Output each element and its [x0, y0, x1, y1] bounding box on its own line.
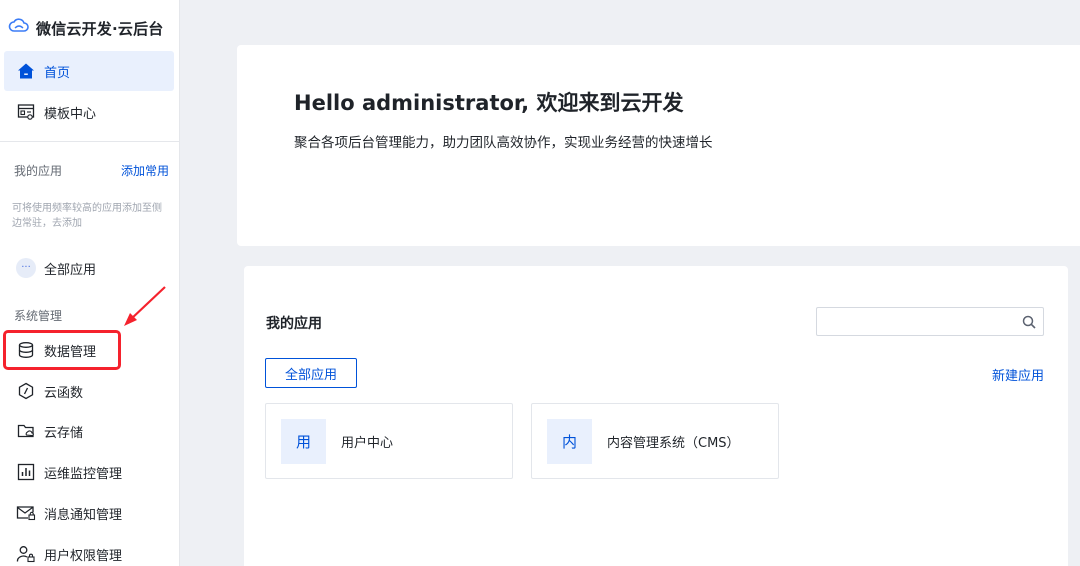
- nav-item-cloud-storage[interactable]: 云存储: [4, 411, 174, 451]
- search-input[interactable]: [823, 312, 1013, 331]
- database-icon: [16, 340, 36, 360]
- app-avatar: 用: [281, 419, 326, 464]
- app-avatar: 内: [547, 419, 592, 464]
- monitor-chart-icon: [16, 462, 36, 482]
- nav-item-notifications[interactable]: 消息通知管理: [4, 493, 174, 533]
- nav-item-cloud-function[interactable]: 云函数: [4, 371, 174, 411]
- more-dots-icon: ···: [16, 258, 36, 278]
- nav-item-all-apps[interactable]: ··· 全部应用: [4, 248, 174, 288]
- brand-title: 微信云开发·云后台: [36, 19, 164, 38]
- nav-item-user-permissions[interactable]: 用户权限管理: [4, 534, 174, 566]
- message-lock-icon: [16, 503, 36, 523]
- nav-item-label: 模板中心: [44, 106, 97, 122]
- user-lock-icon: [16, 544, 36, 564]
- all-apps-button[interactable]: 全部应用: [265, 358, 357, 388]
- system-section-label: 系统管理: [14, 309, 63, 323]
- sidebar: 微信云开发·云后台 首页 模板中心 我的应用 添加常用 可将使用频率较高的应用添…: [0, 0, 180, 566]
- nav-item-label: 用户权限管理: [44, 548, 123, 564]
- welcome-banner: Hello administrator, 欢迎来到云开发 聚合各项后台管理能力，…: [237, 45, 1080, 246]
- search-icon[interactable]: [1021, 314, 1037, 330]
- nav-item-label: 云函数: [44, 385, 84, 401]
- nav-item-label: 消息通知管理: [44, 507, 123, 523]
- nav-item-label: 首页: [44, 65, 71, 81]
- nav-item-label: 云存储: [44, 425, 84, 441]
- add-common-link[interactable]: 添加常用: [121, 162, 169, 179]
- app-card[interactable]: 内 内容管理系统（CMS）: [531, 403, 779, 479]
- nav-item-label: 运维监控管理: [44, 466, 123, 482]
- nav-item-data-management[interactable]: 数据管理: [4, 330, 174, 370]
- cloud-function-icon: [16, 381, 36, 401]
- nav-item-templates[interactable]: 模板中心: [4, 92, 174, 132]
- template-icon: [16, 102, 36, 122]
- nav-item-label: 全部应用: [44, 262, 97, 278]
- my-apps-section-label: 我的应用: [14, 164, 63, 178]
- app-name: 内容管理系统（CMS）: [607, 436, 740, 451]
- panel-title: 我的应用: [266, 316, 322, 332]
- nav-item-label: 数据管理: [44, 344, 97, 360]
- nav-item-monitoring[interactable]: 运维监控管理: [4, 452, 174, 492]
- app-card[interactable]: 用 用户中心: [265, 403, 513, 479]
- my-apps-hint: 可将使用频率较高的应用添加至侧边常驻，去添加: [12, 203, 162, 229]
- search-box[interactable]: [816, 307, 1044, 336]
- my-apps-panel: 我的应用 全部应用 新建应用 用 用户中心 内 内容管理系统（CMS）: [244, 266, 1068, 566]
- app-name: 用户中心: [341, 436, 394, 451]
- welcome-title: Hello administrator, 欢迎来到云开发: [294, 91, 684, 115]
- cloud-logo-icon: [8, 18, 30, 38]
- home-icon: [16, 61, 36, 81]
- sidebar-divider: [0, 141, 179, 142]
- nav-item-home[interactable]: 首页: [4, 51, 174, 91]
- cloud-storage-icon: [16, 421, 36, 441]
- brand[interactable]: 微信云开发·云后台: [8, 16, 164, 40]
- welcome-subtitle: 聚合各项后台管理能力，助力团队高效协作，实现业务经营的快速增长: [294, 135, 713, 151]
- new-app-link[interactable]: 新建应用: [992, 365, 1044, 384]
